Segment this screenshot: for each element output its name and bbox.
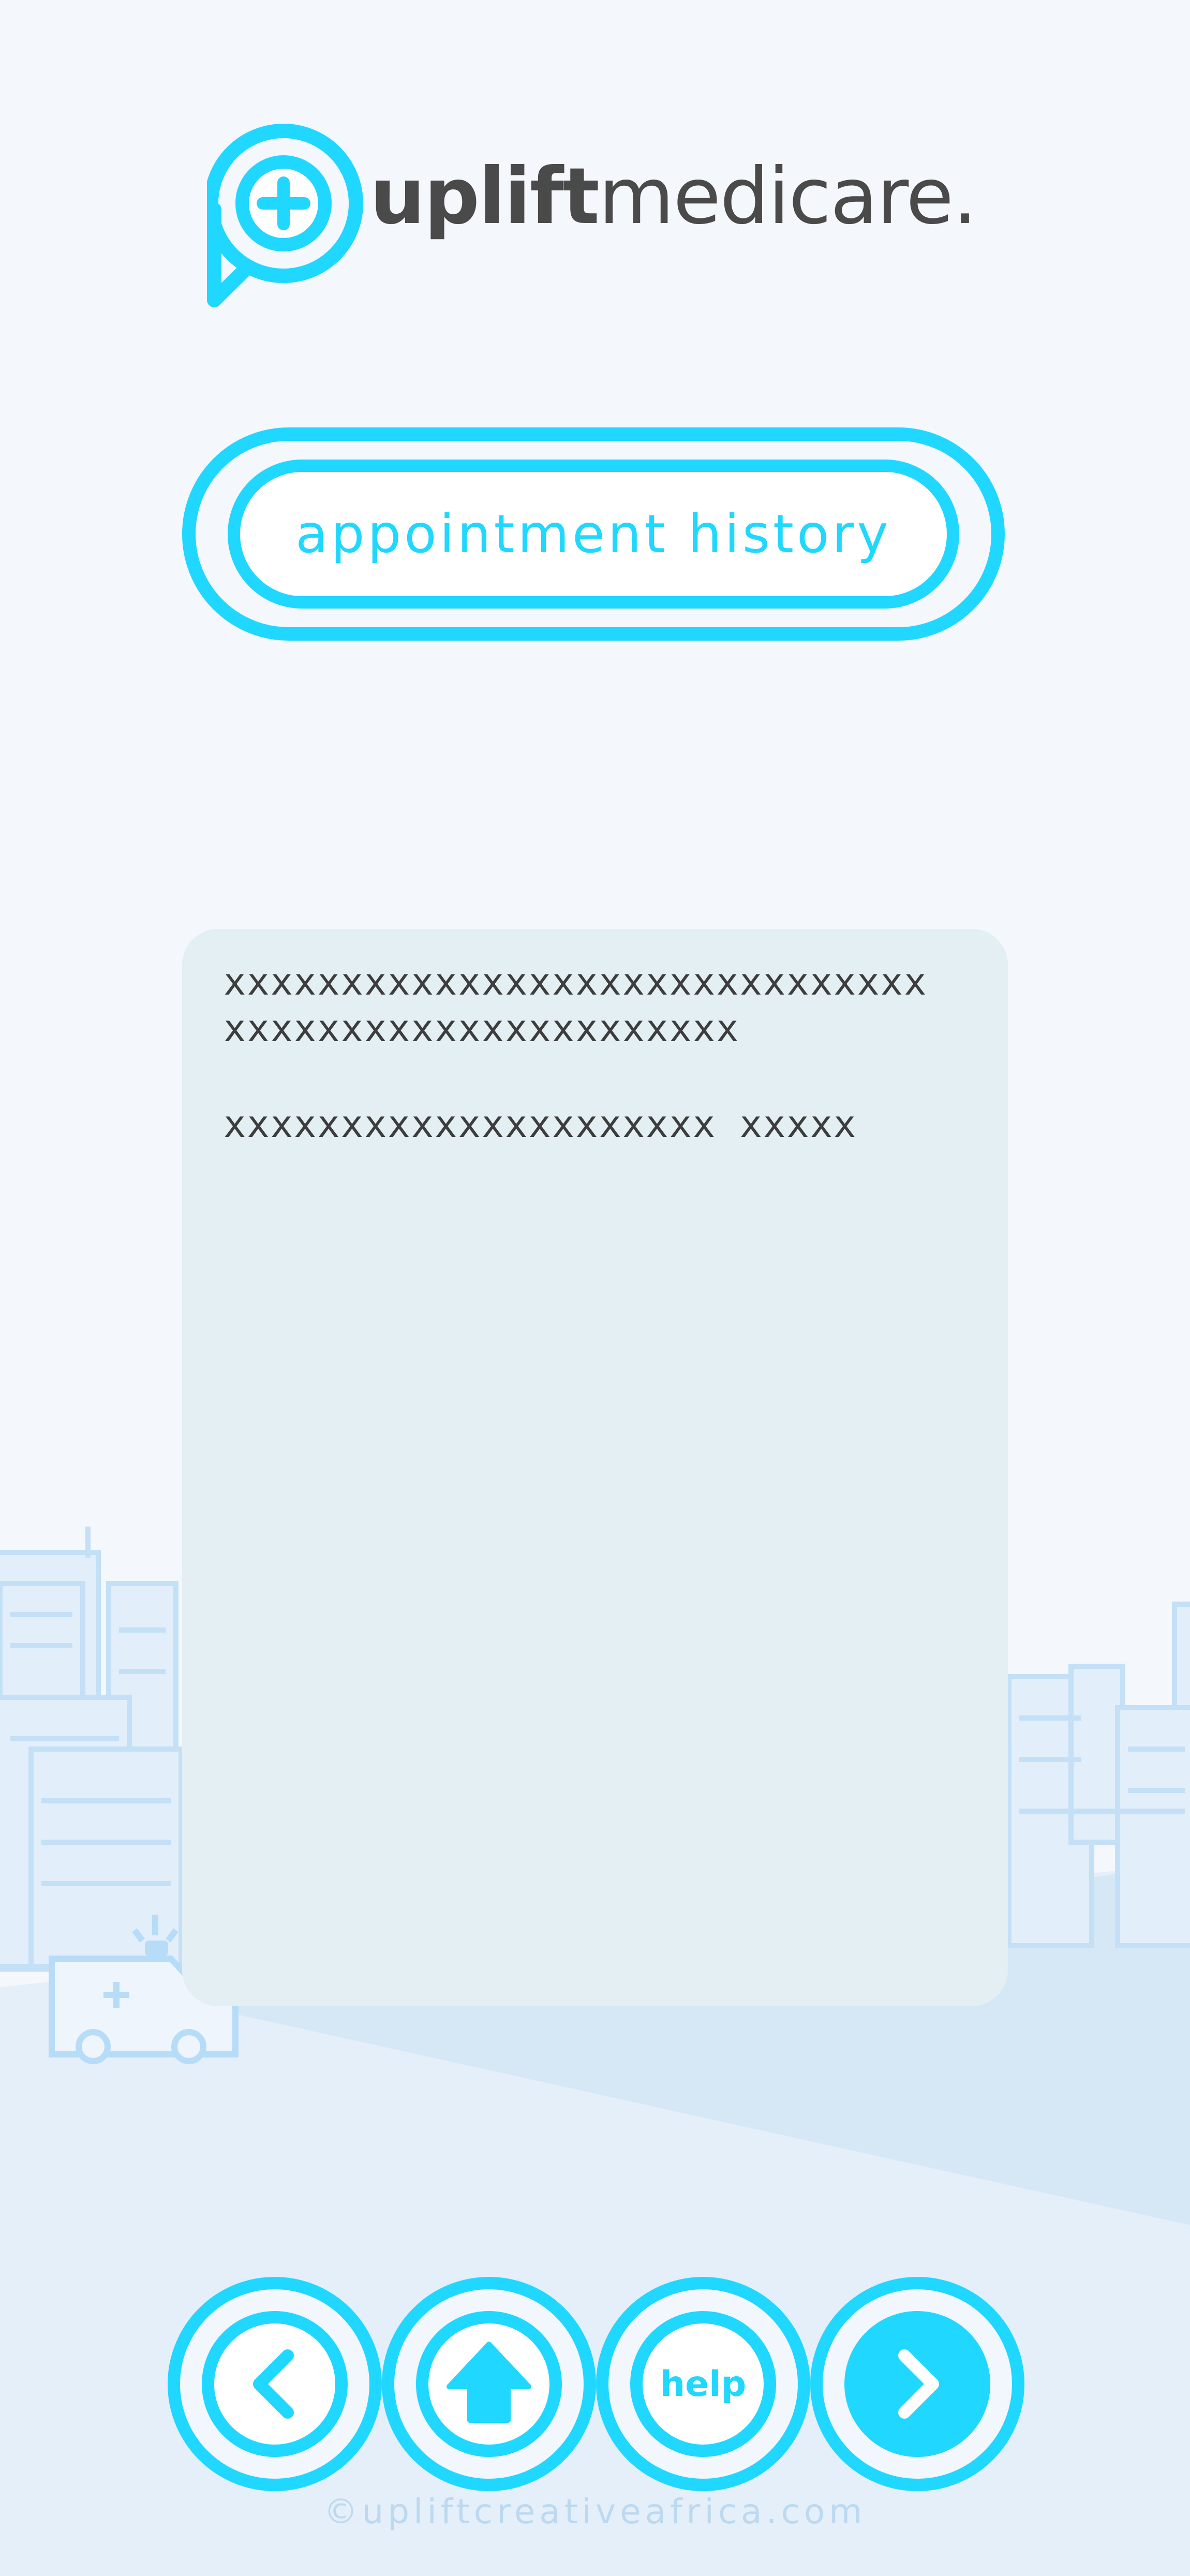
back-button[interactable]: [168, 2277, 382, 2491]
logo-word-bold: uplift: [370, 152, 600, 242]
page-title: appointment history: [295, 503, 891, 565]
history-line: xxxxxxxxxxxxxxxxxxxxx xxxxx: [224, 1102, 857, 1146]
next-button-inner: [844, 2311, 990, 2457]
help-button[interactable]: help: [596, 2277, 810, 2491]
history-line: xxxxxxxxxxxxxxxxxxxxxxxxxxxxxx: [224, 960, 928, 1003]
home-button[interactable]: [382, 2277, 596, 2491]
appointment-history-card: xxxxxxxxxxxxxxxxxxxxxxxxxxxxxx xxxxxxxxx…: [182, 929, 1008, 2006]
history-line: xxxxxxxxxxxxxxxxxxxxxx: [224, 1006, 740, 1050]
help-label: help: [660, 2363, 747, 2405]
home-button-inner: [416, 2311, 562, 2457]
page-title-pill: appointment history: [182, 427, 1005, 641]
home-arrow-up-icon: [447, 2342, 531, 2423]
chevron-right-icon: [898, 2349, 939, 2419]
logo-word-light: medicare.: [598, 152, 977, 242]
footer-copyright: ©upliftcreativeafrica.com: [323, 2492, 867, 2531]
back-button-inner: [202, 2311, 348, 2457]
uplift-medicare-logo: upliftmedicare.: [207, 122, 983, 308]
page-title-inner: appointment history: [228, 460, 959, 609]
chevron-left-icon: [253, 2349, 294, 2419]
logo-mark-icon: [207, 124, 363, 307]
logo-wordmark: upliftmedicare.: [370, 158, 977, 235]
help-button-inner: help: [630, 2311, 776, 2457]
next-button[interactable]: [810, 2277, 1024, 2491]
